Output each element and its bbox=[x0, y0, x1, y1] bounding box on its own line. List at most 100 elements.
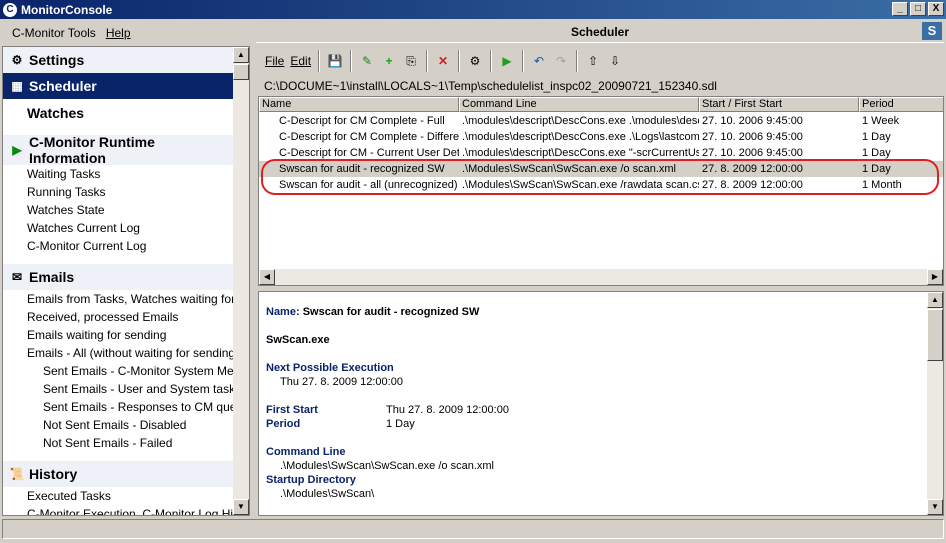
nav-sent-system[interactable]: Sent Emails - C-Monitor System Messages bbox=[3, 362, 235, 380]
detail-period-label: Period bbox=[266, 418, 301, 430]
detail-next-value: Thu 27. 8. 2009 12:00:00 bbox=[280, 376, 403, 388]
cell-start: 27. 10. 2006 9:45:00 bbox=[702, 147, 803, 159]
table-row[interactable]: Swscan for audit - all (unrecognized) SW… bbox=[259, 177, 943, 193]
nav-emails-waiting[interactable]: Emails from Tasks, Watches waiting for s… bbox=[3, 290, 235, 308]
nav-waiting-tasks[interactable]: Waiting Tasks bbox=[3, 165, 235, 183]
scroll-down-button[interactable]: ▼ bbox=[233, 499, 249, 515]
column-period[interactable]: Period bbox=[859, 97, 943, 112]
nav-watches[interactable]: Watches bbox=[3, 99, 235, 127]
table-row[interactable]: C-Descript for CM - Current User Details… bbox=[259, 145, 943, 161]
nav-runtime-info[interactable]: ▶ C-Monitor Runtime Information bbox=[3, 134, 235, 166]
add-icon[interactable]: + bbox=[378, 49, 400, 73]
close-button[interactable]: X bbox=[928, 2, 944, 16]
toolbar-separator bbox=[576, 50, 579, 72]
table-header: Name Command Line Start / First Start Pe… bbox=[259, 97, 943, 112]
toolbar-separator bbox=[458, 50, 461, 72]
toolbar-separator bbox=[490, 50, 493, 72]
detail-cmd-label: Command Line bbox=[266, 446, 346, 458]
table-row[interactable]: C-Descript for CM Complete - Differentia… bbox=[259, 129, 943, 145]
nav-history[interactable]: 📜 History bbox=[3, 461, 235, 487]
cell-start: 27. 10. 2006 9:45:00 bbox=[702, 115, 803, 127]
toolbar: File Edit 💾 ✎ + ⎘ ✕ ⚙ ▶ ↶ ↷ ⇧ ⇩ bbox=[256, 46, 944, 76]
run-icon[interactable]: ▶ bbox=[496, 49, 518, 73]
redo-icon[interactable]: ↷ bbox=[550, 49, 572, 73]
nav-not-sent-failed[interactable]: Not Sent Emails - Failed bbox=[3, 434, 235, 452]
pane-splitter[interactable] bbox=[251, 20, 255, 518]
cell-command: .\modules\descript\DescCons.exe .\Logs\l… bbox=[462, 131, 699, 143]
nav-emails-all[interactable]: Emails - All (without waiting for sendin… bbox=[3, 344, 235, 362]
undo-icon[interactable]: ↶ bbox=[528, 49, 550, 73]
cell-command: .\modules\descript\DescCons.exe .\module… bbox=[462, 115, 699, 127]
cell-start: 27. 8. 2009 12:00:00 bbox=[702, 163, 803, 175]
detail-period-value: 1 Day bbox=[386, 418, 415, 430]
column-start[interactable]: Start / First Start bbox=[699, 97, 859, 112]
scroll-down-button[interactable]: ▼ bbox=[927, 499, 943, 515]
detail-name-value: Swscan for audit - recognized SW bbox=[302, 306, 480, 318]
delete-icon[interactable]: ✕ bbox=[432, 49, 454, 73]
task-detail-panel: Name: Swscan for audit - recognized SW S… bbox=[258, 291, 944, 516]
cell-start: 27. 8. 2009 12:00:00 bbox=[702, 179, 803, 191]
nav-cmonitor-current-log[interactable]: C-Monitor Current Log bbox=[3, 237, 235, 255]
gear-icon: ⚙ bbox=[11, 53, 23, 67]
nav-emails[interactable]: ✉ Emails bbox=[3, 264, 235, 290]
cell-period: 1 Day bbox=[862, 163, 891, 175]
menu-help[interactable]: Help bbox=[106, 26, 131, 40]
scroll-thumb[interactable] bbox=[233, 64, 249, 80]
cell-start: 27. 10. 2006 9:45:00 bbox=[702, 131, 803, 143]
nav-executed-tasks[interactable]: Executed Tasks bbox=[3, 487, 235, 505]
toolbar-separator bbox=[318, 50, 321, 72]
nav-not-sent-disabled[interactable]: Not Sent Emails - Disabled bbox=[3, 416, 235, 434]
detail-dir-label: Startup Directory bbox=[266, 474, 356, 486]
maximize-button[interactable]: □ bbox=[910, 2, 926, 16]
toolbar-separator bbox=[426, 50, 429, 72]
nav-emails-waiting-sending[interactable]: Emails waiting for sending bbox=[3, 326, 235, 344]
nav-emails-label: Emails bbox=[29, 269, 75, 285]
column-name[interactable]: Name bbox=[259, 97, 459, 112]
detail-scrollbar[interactable]: ▲ ▼ bbox=[927, 292, 943, 515]
nav-history-label: History bbox=[29, 466, 78, 482]
nav-scrollbar[interactable]: ▲ ▼ bbox=[233, 47, 249, 515]
nav-emails-received[interactable]: Received, processed Emails bbox=[3, 308, 235, 326]
save-icon[interactable]: 💾 bbox=[324, 49, 346, 73]
move-up-icon[interactable]: ⇧ bbox=[582, 49, 604, 73]
nav-runtime-label: C-Monitor Runtime Information bbox=[28, 134, 155, 166]
detail-dir-value: .\Modules\SwScan\ bbox=[280, 488, 375, 500]
app-icon: C bbox=[3, 2, 17, 17]
nav-execution-log-history[interactable]: C-Monitor Execution, C-Monitor Log Histo… bbox=[3, 505, 235, 515]
scroll-up-button[interactable]: ▲ bbox=[927, 292, 943, 308]
cell-period: 1 Day bbox=[862, 131, 891, 143]
nav-sent-user-system[interactable]: Sent Emails - User and System tasks Resu… bbox=[3, 380, 235, 398]
toolbar-separator bbox=[522, 50, 525, 72]
move-down-icon[interactable]: ⇩ bbox=[604, 49, 626, 73]
table-row-selected[interactable]: Swscan for audit - recognized SW .\Modul… bbox=[259, 161, 943, 177]
scroll-left-button[interactable]: ◀ bbox=[259, 269, 275, 285]
menu-file[interactable]: File bbox=[262, 49, 287, 73]
nav-settings-label: Settings bbox=[29, 52, 85, 68]
nav-watches-current-log[interactable]: Watches Current Log bbox=[3, 219, 235, 237]
nav-running-tasks[interactable]: Running Tasks bbox=[3, 183, 235, 201]
play-icon: ▶ bbox=[12, 143, 22, 157]
cell-period: 1 Day bbox=[862, 147, 891, 159]
nav-sent-responses[interactable]: Sent Emails - Responses to CM queries bbox=[3, 398, 235, 416]
scroll-thumb[interactable] bbox=[927, 309, 943, 361]
menu-edit[interactable]: Edit bbox=[287, 49, 314, 73]
new-task-icon[interactable]: ✎ bbox=[356, 49, 378, 73]
cell-name: C-Descript for CM Complete - Differentia… bbox=[279, 131, 459, 143]
minimize-button[interactable]: _ bbox=[892, 2, 908, 16]
navigation-pane: ⚙ Settings ▦ Scheduler Watches ▶ C-Monit… bbox=[2, 46, 250, 516]
table-row[interactable]: C-Descript for CM Complete - Full .\modu… bbox=[259, 113, 943, 129]
nav-settings[interactable]: ⚙ Settings bbox=[3, 47, 235, 73]
nav-scheduler[interactable]: ▦ Scheduler bbox=[3, 73, 235, 99]
nav-watches-state[interactable]: Watches State bbox=[3, 201, 235, 219]
settings-icon[interactable]: ⚙ bbox=[464, 49, 486, 73]
menu-cmonitor-tools[interactable]: C-Monitor Tools bbox=[12, 26, 96, 40]
cell-name: C-Descript for CM Complete - Full bbox=[279, 115, 445, 127]
copy-icon[interactable]: ⎘ bbox=[400, 49, 422, 73]
scroll-up-button[interactable]: ▲ bbox=[233, 47, 249, 63]
scroll-right-button[interactable]: ▶ bbox=[927, 269, 943, 285]
column-command-line[interactable]: Command Line bbox=[459, 97, 699, 112]
detail-exe: SwScan.exe bbox=[266, 334, 330, 346]
history-icon: 📜 bbox=[9, 467, 25, 481]
cell-name: C-Descript for CM - Current User Details bbox=[279, 147, 459, 159]
table-hscrollbar[interactable]: ◀ ▶ bbox=[259, 269, 943, 285]
